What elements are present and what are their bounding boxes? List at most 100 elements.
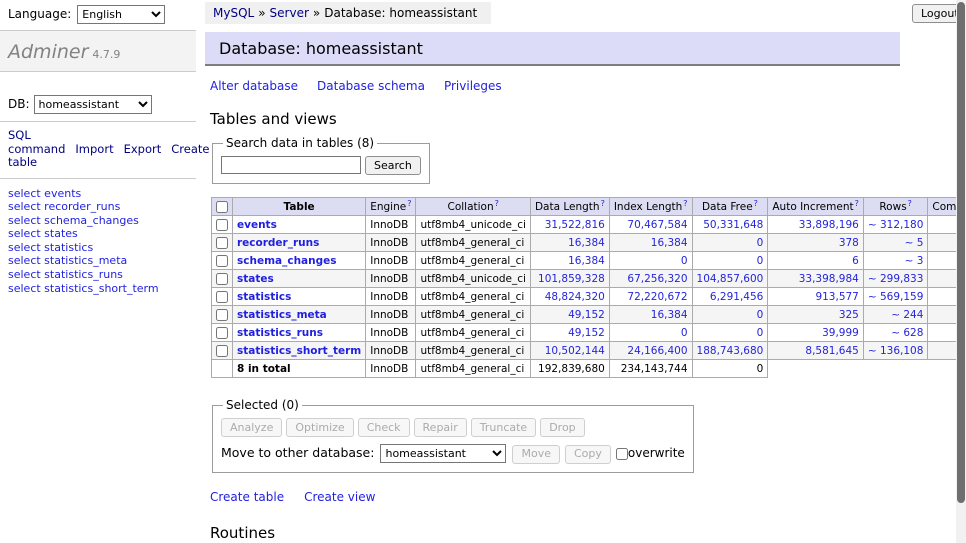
scrollbar-track[interactable]: [956, 0, 966, 543]
column-label: Table: [284, 201, 315, 213]
rows-cell: ~ 244: [863, 306, 928, 324]
table-link-statistics_meta[interactable]: statistics_meta: [237, 309, 327, 321]
collation-cell: utf8mb4_general_ci: [416, 306, 530, 324]
row-checkbox-cell: [212, 288, 233, 306]
sidebar-item-select-schema_changes[interactable]: select schema_changes: [8, 214, 139, 227]
row-checkbox[interactable]: [216, 273, 228, 285]
column-label: Rows: [879, 201, 906, 213]
sidebar-action-import[interactable]: Import: [75, 142, 113, 156]
truncate-button[interactable]: Truncate: [471, 418, 536, 437]
sidebar-actions: SQL commandImportExportCreate table: [0, 122, 162, 178]
row-checkbox[interactable]: [216, 219, 228, 231]
sidebar-item-select-statistics_runs[interactable]: select statistics_runs: [8, 268, 123, 281]
row-checkbox[interactable]: [216, 345, 228, 357]
row-checkbox[interactable]: [216, 237, 228, 249]
create-view-link[interactable]: Create view: [304, 490, 375, 504]
table-header-row: TableEngine?Collation?Data Length?Index …: [212, 198, 966, 216]
move-button[interactable]: Move: [512, 445, 560, 464]
list-item: select statistics_meta: [8, 254, 188, 268]
engine-cell: InnoDB: [366, 234, 416, 252]
move-row: Move to other database:homeassistantMove…: [221, 444, 685, 464]
analyze-button[interactable]: Analyze: [221, 418, 282, 437]
search-input[interactable]: [221, 156, 361, 174]
column-help-link[interactable]: ?: [908, 199, 912, 208]
column-help-link[interactable]: ?: [495, 199, 499, 208]
database-schema-link[interactable]: Database schema: [317, 79, 425, 93]
optimize-button[interactable]: Optimize: [286, 418, 353, 437]
app-logo: Adminer4.7.9: [0, 30, 196, 72]
sidebar-item-select-statistics_meta[interactable]: select statistics_meta: [8, 254, 127, 267]
tables-list: TableEngine?Collation?Data Length?Index …: [211, 197, 905, 378]
breadcrumb-current: Database: homeassistant: [324, 6, 477, 20]
engine-cell: InnoDB: [366, 270, 416, 288]
collation-cell: utf8mb4_general_ci: [416, 234, 530, 252]
page-title: Database: homeassistant: [205, 32, 900, 66]
sidebar-item-select-states[interactable]: select states: [8, 227, 78, 240]
copy-button[interactable]: Copy: [565, 445, 611, 464]
table-name-cell: statistics: [233, 288, 366, 306]
index-length-cell: 70,467,584: [609, 216, 692, 234]
auto-increment-cell: 8,581,645: [768, 342, 864, 360]
breadcrumb-link[interactable]: Server: [270, 6, 309, 20]
column-help-link[interactable]: ?: [754, 199, 758, 208]
search-button[interactable]: Search: [365, 156, 421, 175]
engine-cell: InnoDB: [366, 324, 416, 342]
column-help-link[interactable]: ?: [601, 199, 605, 208]
column-help-link[interactable]: ?: [855, 199, 859, 208]
column-help-link[interactable]: ?: [407, 199, 411, 208]
row-checkbox-cell: [212, 216, 233, 234]
row-checkbox[interactable]: [216, 309, 228, 321]
table-link-statistics[interactable]: statistics: [237, 291, 291, 303]
table-link-statistics_runs[interactable]: statistics_runs: [237, 327, 323, 339]
overwrite-checkbox[interactable]: [616, 448, 628, 460]
scrollbar-thumb[interactable]: [957, 2, 965, 503]
sidebar-item-select-statistics[interactable]: select statistics: [8, 241, 93, 254]
row-checkbox[interactable]: [216, 255, 228, 267]
table-row: eventsInnoDButf8mb4_unicode_ci31,522,816…: [212, 216, 966, 234]
rows-cell: ~ 5: [863, 234, 928, 252]
data-free-cell: 6,291,456: [692, 288, 768, 306]
column-label: Data Free: [702, 201, 753, 213]
table-link-schema_changes[interactable]: schema_changes: [237, 255, 337, 267]
sidebar: Language:English Adminer4.7.9 DB:homeass…: [0, 0, 196, 301]
column-header-collation: Collation?: [416, 198, 530, 216]
table-name-cell: events: [233, 216, 366, 234]
engine-cell: InnoDB: [366, 342, 416, 360]
column-help-link[interactable]: ?: [683, 199, 687, 208]
table-link-statistics_short_term[interactable]: statistics_short_term: [237, 345, 361, 357]
row-checkbox[interactable]: [216, 327, 228, 339]
overwrite-label[interactable]: overwrite: [616, 446, 685, 460]
sidebar-item-select-events[interactable]: select events: [8, 187, 81, 200]
index-length-cell: 67,256,320: [609, 270, 692, 288]
repair-button[interactable]: Repair: [414, 418, 467, 437]
engine-cell: InnoDB: [366, 216, 416, 234]
drop-button[interactable]: Drop: [540, 418, 584, 437]
sidebar-item-select-recorder_runs[interactable]: select recorder_runs: [8, 200, 120, 213]
data-length-cell: 31,522,816: [530, 216, 609, 234]
list-item: select events: [8, 187, 188, 201]
table-link-events[interactable]: events: [237, 219, 277, 231]
sidebar-action-sql-command[interactable]: SQL command: [8, 128, 65, 156]
auto-increment-cell: 33,398,984: [768, 270, 864, 288]
table-link-recorder_runs[interactable]: recorder_runs: [237, 237, 319, 249]
create-table-link[interactable]: Create table: [210, 490, 284, 504]
total-label-cell: 8 in total: [233, 360, 366, 378]
sidebar-item-select-statistics_short_term[interactable]: select statistics_short_term: [8, 282, 159, 295]
column-header-auto-increment: Auto Increment?: [768, 198, 864, 216]
list-item: select states: [8, 227, 188, 241]
language-select[interactable]: English: [77, 5, 165, 24]
db-select[interactable]: homeassistant: [34, 95, 152, 114]
select-all-checkbox[interactable]: [216, 201, 228, 213]
sidebar-action-export[interactable]: Export: [124, 142, 162, 156]
routines-heading: Routines: [210, 524, 905, 542]
privileges-link[interactable]: Privileges: [444, 79, 502, 93]
index-length-cell: 0: [609, 252, 692, 270]
row-checkbox[interactable]: [216, 291, 228, 303]
create-links: Create table Create view: [210, 490, 905, 504]
table-name-cell: statistics_short_term: [233, 342, 366, 360]
move-db-select[interactable]: homeassistant: [380, 444, 506, 463]
table-link-states[interactable]: states: [237, 273, 274, 285]
check-button[interactable]: Check: [358, 418, 410, 437]
breadcrumb-link[interactable]: MySQL: [213, 6, 254, 20]
alter-database-link[interactable]: Alter database: [210, 79, 298, 93]
